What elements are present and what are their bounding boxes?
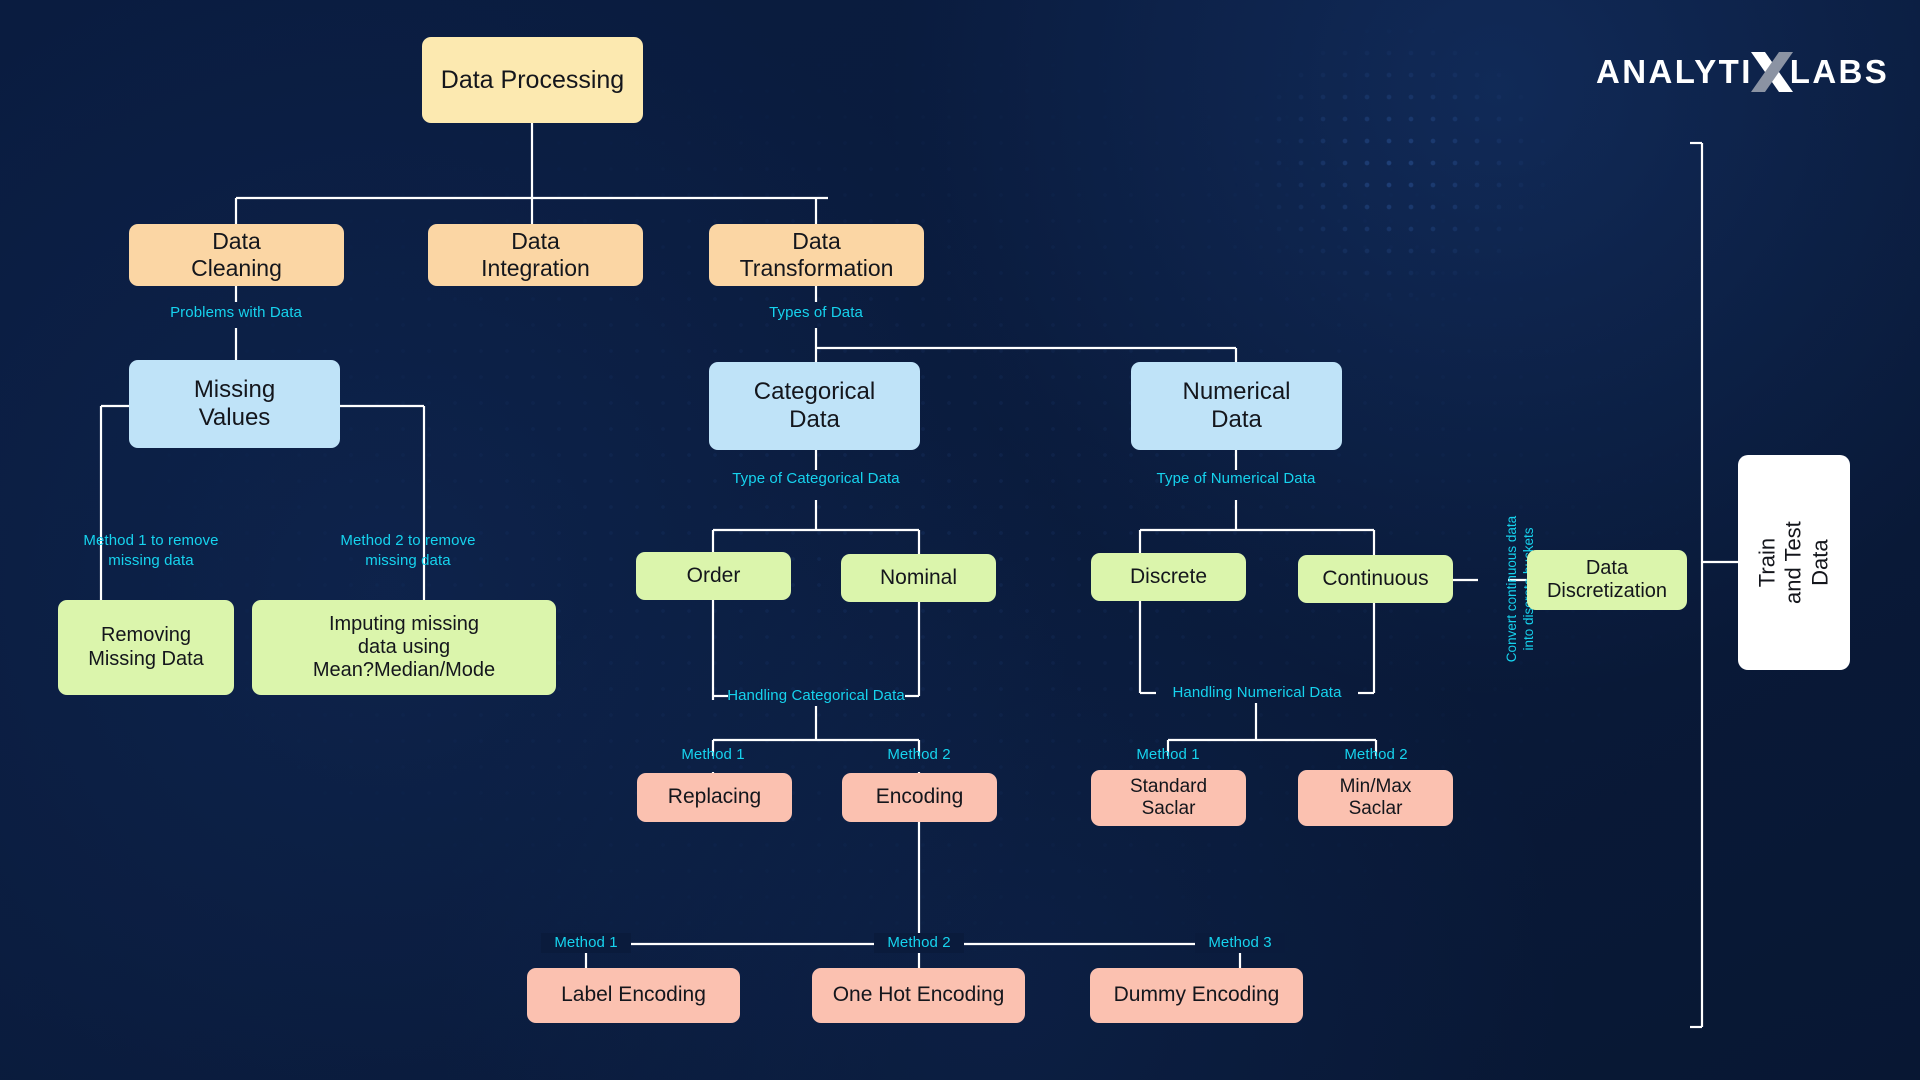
node-one-hot-encoding[interactable]: One Hot Encoding <box>812 968 1025 1023</box>
node-nominal[interactable]: Nominal <box>841 554 996 602</box>
edge-label-method1-remove-missing: Method 1 to remove missing data <box>83 532 219 569</box>
node-missing-values[interactable]: Missing Values <box>129 360 340 448</box>
background-dot-cluster <box>1180 20 1610 350</box>
edge-label-types-of-data: Types of Data <box>769 304 863 321</box>
node-standard-scalar[interactable]: Standard Saclar <box>1091 770 1246 826</box>
node-data-discretization[interactable]: Data Discretization <box>1527 550 1687 610</box>
node-discrete[interactable]: Discrete <box>1091 553 1246 601</box>
edge-label-num-method-2: Method 2 <box>1344 746 1408 763</box>
edge-label-cat-method-1: Method 1 <box>681 746 745 763</box>
analytixlabs-logo: ANALYTI LABS <box>1596 50 1889 94</box>
node-replacing[interactable]: Replacing <box>637 773 792 822</box>
background-dot-texture <box>0 0 1920 1080</box>
connector-lines <box>99 123 1738 1029</box>
edge-label-handling-numerical-data: Handling Numerical Data <box>1172 684 1342 701</box>
node-categorical-data[interactable]: Categorical Data <box>709 362 920 450</box>
node-numerical-data[interactable]: Numerical Data <box>1131 362 1342 450</box>
edge-label-cat-method-2: Method 2 <box>887 746 951 763</box>
node-data-cleaning[interactable]: Data Cleaning <box>129 224 344 286</box>
node-imputing-missing-data[interactable]: Imputing missing data using Mean?Median/… <box>252 600 556 695</box>
edge-label-method2-remove-missing: Method 2 to remove missing data <box>340 532 476 569</box>
edge-label-num-method-1: Method 1 <box>1136 746 1200 763</box>
edge-label-type-of-numerical-data: Type of Numerical Data <box>1156 470 1316 487</box>
node-continuous[interactable]: Continuous <box>1298 555 1453 603</box>
edge-label-type-of-categorical-data: Type of Categorical Data <box>732 470 900 487</box>
logo-text-part2: LABS <box>1789 53 1890 90</box>
node-minmax-scalar[interactable]: Min/Max Saclar <box>1298 770 1453 826</box>
node-encoding[interactable]: Encoding <box>842 773 997 822</box>
edge-label-enc-method-3: Method 3 <box>1195 933 1285 953</box>
node-label-encoding[interactable]: Label Encoding <box>527 968 740 1023</box>
edge-label-enc-method-1: Method 1 <box>541 933 631 953</box>
edge-label-enc-method-2: Method 2 <box>874 933 964 953</box>
node-data-transformation[interactable]: Data Transformation <box>709 224 924 286</box>
edge-label-handling-categorical-data: Handling Categorical Data <box>727 687 905 704</box>
diagram-canvas: Data Processing Data Cleaning Data Integ… <box>0 0 1920 1080</box>
node-data-integration[interactable]: Data Integration <box>428 224 643 286</box>
node-order[interactable]: Order <box>636 552 791 600</box>
node-data-processing[interactable]: Data Processing <box>422 37 643 123</box>
train-test-label: Train and Test Data <box>1754 521 1833 604</box>
x-mark-icon <box>1750 52 1793 92</box>
edge-label-problems-with-data: Problems with Data <box>170 304 302 321</box>
node-removing-missing-data[interactable]: Removing Missing Data <box>58 600 234 695</box>
node-dummy-encoding[interactable]: Dummy Encoding <box>1090 968 1303 1023</box>
logo-text-part1: ANALYTI <box>1596 53 1753 90</box>
node-train-and-test-data[interactable]: Train and Test Data <box>1738 455 1850 670</box>
